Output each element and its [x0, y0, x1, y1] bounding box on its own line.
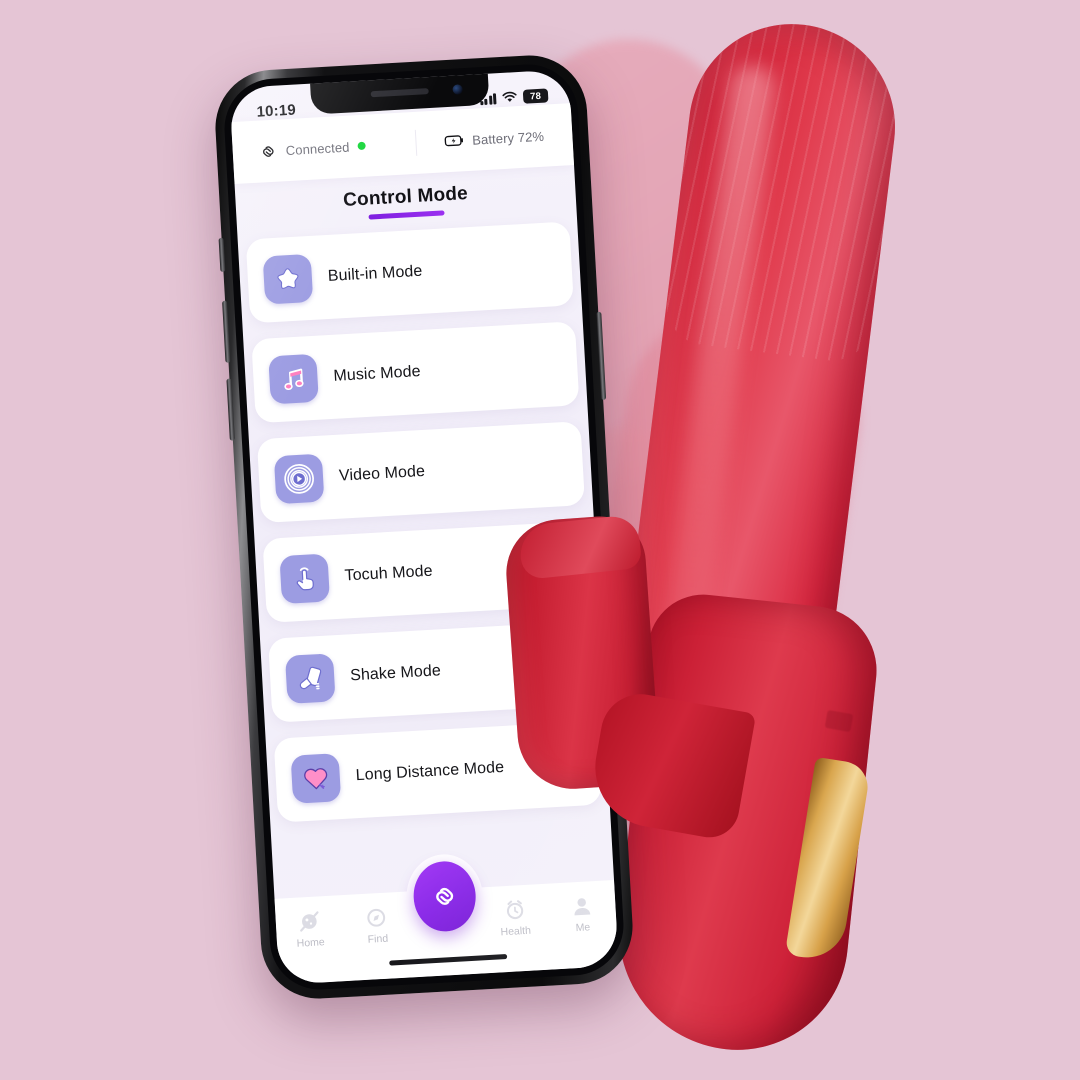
tab-label: Find	[367, 932, 389, 946]
phone-screen: 10:19 78 Connected Battery 72% Control M…	[229, 69, 619, 985]
mode-item-video[interactable]: Video Mode	[256, 421, 586, 524]
connection-label: Connected	[285, 139, 350, 158]
battery-level-badge: 78	[522, 88, 549, 104]
link-icon	[436, 887, 454, 905]
front-camera-icon	[452, 84, 463, 95]
status-clock: 10:19	[256, 101, 297, 121]
tab-find[interactable]: Find	[342, 903, 411, 947]
tab-health[interactable]: Health	[480, 896, 549, 940]
tab-label: Home	[296, 936, 326, 950]
touch-hand-icon	[279, 553, 331, 605]
tab-home[interactable]: Home	[275, 907, 344, 951]
connection-status-dot	[357, 141, 366, 151]
video-play-icon	[273, 453, 325, 505]
product-highlight	[656, 62, 777, 684]
mode-item-shake[interactable]: Shake Mode	[268, 620, 597, 723]
mode-item-music[interactable]: Music Mode	[251, 321, 580, 424]
mode-label: Built-in Mode	[327, 262, 423, 285]
alarm-clock-icon	[506, 900, 523, 920]
tab-label: Me	[575, 921, 591, 935]
mode-label: Long Distance Mode	[355, 758, 505, 785]
battery-status[interactable]: Battery 72%	[416, 127, 573, 151]
scene: 10:19 78 Connected Battery 72% Control M…	[0, 0, 1080, 1080]
product-shaft	[607, 12, 907, 812]
wifi-icon	[502, 91, 517, 102]
battery-label: Battery 72%	[471, 128, 545, 148]
connection-status[interactable]: Connected	[232, 133, 415, 162]
mode-label: Music Mode	[332, 362, 422, 385]
status-icons: 78	[480, 88, 549, 106]
title-underline	[368, 210, 445, 220]
heart-icon	[290, 753, 342, 804]
compass-icon	[367, 908, 386, 927]
tab-me[interactable]: Me	[547, 892, 616, 936]
shake-phone-icon	[284, 653, 336, 704]
product-handle	[607, 589, 883, 1061]
tab-label: Health	[500, 924, 532, 939]
battery-bolt-icon	[444, 135, 463, 147]
person-icon	[574, 898, 591, 916]
planet-icon	[300, 911, 319, 932]
star-icon	[262, 253, 314, 305]
music-note-icon	[268, 353, 319, 405]
earpiece-speaker-icon	[370, 88, 429, 98]
mode-label: Video Mode	[338, 462, 426, 485]
link-icon	[262, 145, 274, 157]
page-title-wrap: Control Mode	[235, 177, 576, 227]
mode-label: Tocuh Mode	[344, 562, 434, 585]
mode-label: Shake Mode	[349, 662, 442, 685]
mode-item-touch[interactable]: Tocuh Mode	[262, 520, 591, 623]
phone-device: 10:19 78 Connected Battery 72% Control M…	[212, 52, 636, 1002]
mode-list: Built-in Mode Music Mode Video Mode Tocu…	[245, 221, 603, 838]
mode-item-long-distance[interactable]: Long Distance Mode	[273, 720, 602, 823]
mode-item-built-in[interactable]: Built-in Mode	[245, 221, 574, 324]
product-ribbed-texture	[662, 12, 907, 365]
product-ce-mark	[824, 709, 854, 733]
product-gold-accent	[784, 756, 872, 964]
